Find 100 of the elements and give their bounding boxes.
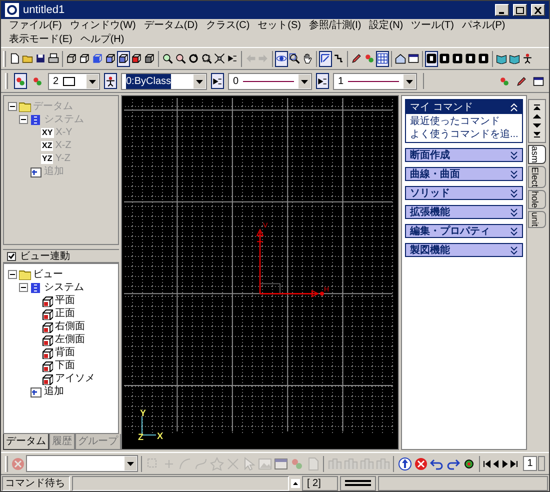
expand-icon[interactable] [510,170,518,178]
menu-item[interactable]: ファイル(F) [5,19,66,33]
tree-item[interactable]: アイソメ [55,372,95,384]
cross-icon [226,456,240,470]
section-header[interactable]: ソリッド [405,186,523,200]
add-icon [30,166,42,178]
toolbar-button[interactable] [425,50,438,66]
dropdown-arrow-icon [193,74,206,88]
viewport-icon [478,53,489,64]
side-tab[interactable]: unit [528,211,546,228]
tree-item[interactable]: 下面 [55,360,75,372]
menu-item[interactable]: セット(S) [254,19,306,33]
image-icon [258,456,272,470]
up-arrow-icon[interactable] [291,478,300,488]
command-link[interactable]: よく使うコマンドを追... [410,128,518,141]
menu-item[interactable]: ヘルプ(H) [76,33,128,47]
view-link-label: ビュー連動 [20,250,70,264]
toolbar-button[interactable] [104,73,117,89]
tree-item[interactable]: 追加 [44,386,64,398]
menu-item[interactable]: 設定(N) [365,19,408,33]
paint-icon [364,53,375,64]
toolbar-button[interactable] [288,50,301,66]
tool-button[interactable] [397,456,412,472]
close-icon [534,6,542,14]
menu-item[interactable]: データム(D) [140,19,202,33]
toolbar-button[interactable] [14,73,27,89]
tree-item[interactable]: 正面 [55,308,75,320]
menu-item[interactable]: ツール(T) [407,19,458,33]
maximize-button[interactable] [513,4,527,16]
section-header[interactable]: 製図機能 [405,243,523,257]
class-value: 0:ByClass [126,74,172,88]
menu-item[interactable]: ウィンドウ(W) [66,19,140,33]
panel-tab[interactable]: データム [3,434,49,450]
expand-icon[interactable] [510,150,518,160]
panel-header[interactable]: マイ コマンド [406,100,522,114]
folder-icon [19,269,31,280]
menu-item[interactable]: クラス(C) [202,19,254,33]
dropdown-arrow-icon [403,74,416,88]
tree-item[interactable]: 左側面 [55,334,85,346]
redraw-icon [317,76,328,86]
cube-icon [105,53,116,64]
menu-item[interactable]: 参照/計測(I) [305,19,366,33]
class-dropdown[interactable]: 0:ByClass [121,72,207,90]
toolbar-button[interactable] [211,73,224,89]
command-link[interactable]: 最近使ったコマンド [410,115,518,128]
book-icon [496,53,507,64]
tree-item[interactable]: 右側面 [55,320,85,332]
command-input[interactable] [26,455,138,472]
cube-icon [144,53,155,64]
expand-icon[interactable] [510,188,518,198]
tree-item[interactable]: 背面 [55,346,75,358]
toolbar-button[interactable] [316,73,329,89]
tree-item[interactable]: ビュー [33,268,63,280]
view-link-header[interactable]: ビュー連動 [3,249,119,263]
redraw-icon [212,76,223,86]
toolbar-button[interactable] [8,50,21,66]
close-button[interactable] [531,4,545,16]
minimize-button[interactable] [495,4,509,16]
cube-icon [66,53,77,64]
layer-dropdown[interactable]: 2 [48,72,100,90]
page-field[interactable]: 1 [523,456,537,471]
toolbar-button[interactable] [376,50,389,66]
line-type-dropdown[interactable]: 0 [228,72,312,90]
line-width-dropdown[interactable]: 1 [333,72,417,90]
navigation-icon[interactable] [510,460,518,468]
side-tab[interactable]: asm [528,145,546,164]
figure-icon [522,53,533,64]
snap-icon [320,53,331,64]
line-type-value: 0 [233,74,239,88]
collapse-icon[interactable] [19,283,28,292]
expand-icon[interactable] [510,246,518,254]
panel-title: マイ コマンド [410,100,473,114]
scroll-arrow-icon[interactable] [533,131,541,138]
tree-item[interactable]: 平面 [55,294,75,306]
section-header[interactable]: 曲線・曲面 [405,167,523,181]
expand-icon[interactable] [510,226,518,236]
menu-item[interactable]: 表示モード(E) [5,33,76,47]
section-header[interactable]: 拡張機能 [405,205,523,219]
side-tab[interactable]: Elect [528,166,546,188]
section-header[interactable]: 編集・プロパティ [405,224,523,238]
tree-item[interactable]: システム [44,282,84,294]
system-icon [30,114,42,126]
selection-icon [146,456,160,470]
viewport-icon [426,53,437,64]
section-header[interactable]: 断面作成 [405,148,523,162]
toolbar-button[interactable] [213,50,226,66]
arrow-icon [245,53,256,64]
section-title: 編集・プロパティ [410,224,490,238]
toolbar-button[interactable] [275,50,288,66]
checkbox[interactable] [7,252,16,260]
toolbar-button[interactable] [319,50,332,66]
scroll-arrow-icon[interactable] [533,104,541,111]
side-tab[interactable]: hole [528,190,546,210]
collapse-icon[interactable] [8,270,17,279]
toolbar-button[interactable] [117,50,130,66]
window-icon [533,76,544,86]
expand-icon[interactable] [510,208,518,216]
folder-icon [22,53,33,64]
menu-item[interactable]: パネル(P) [458,19,510,33]
navigation-icon[interactable] [483,460,491,468]
